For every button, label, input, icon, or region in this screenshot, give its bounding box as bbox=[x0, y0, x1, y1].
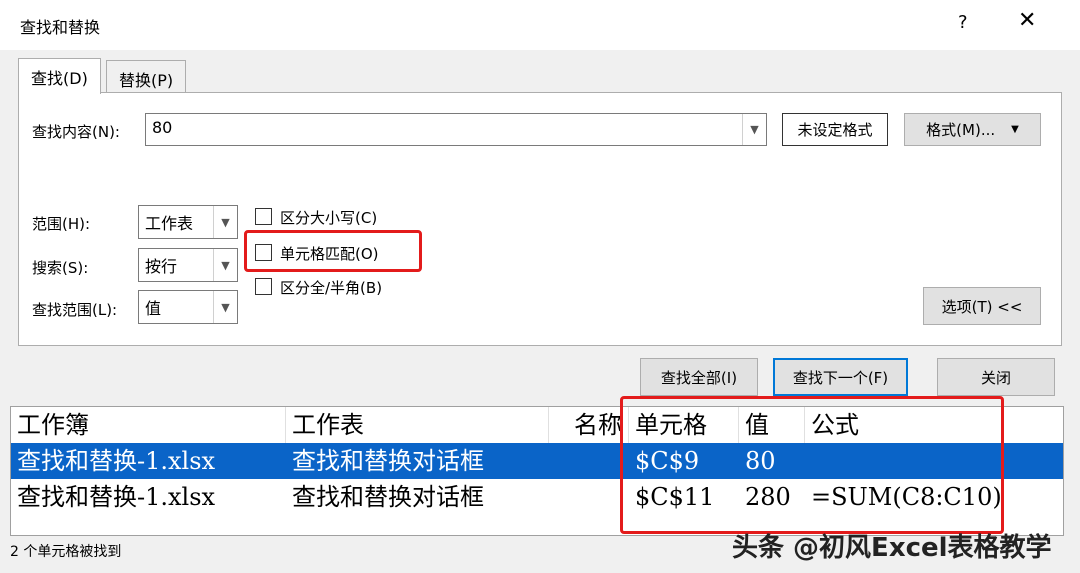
row-sheet: 查找和替换对话框 bbox=[292, 447, 484, 475]
scope-label: 范围(H): bbox=[32, 215, 91, 233]
search-value: 按行 bbox=[145, 257, 178, 276]
row-sheet: 查找和替换对话框 bbox=[292, 483, 484, 511]
lookin-label: 查找范围(L): bbox=[32, 301, 118, 319]
help-button[interactable]: ? bbox=[958, 12, 968, 33]
find-what-combobox[interactable]: 80 ▼ bbox=[145, 113, 767, 146]
lookin-select[interactable]: 值 ▼ bbox=[138, 290, 238, 324]
column-header-workbook[interactable]: 工作簿 bbox=[11, 407, 286, 443]
tab-find[interactable]: 查找(D) bbox=[18, 58, 101, 94]
format-button-label: 格式(M)... bbox=[926, 121, 996, 139]
watermark: 头条 @初风Excel表格教学 bbox=[732, 533, 1052, 563]
scope-select[interactable]: 工作表 ▼ bbox=[138, 205, 238, 239]
status-text: 2 个单元格被找到 bbox=[10, 544, 122, 560]
highlight-box-match-cell bbox=[244, 230, 422, 272]
format-preview: 未设定格式 bbox=[782, 113, 888, 146]
dropdown-arrow-icon[interactable]: ▼ bbox=[1011, 124, 1019, 135]
find-what-value: 80 bbox=[152, 118, 173, 137]
column-header-name[interactable]: 名称 bbox=[549, 407, 629, 443]
chevron-down-icon[interactable]: ▼ bbox=[213, 291, 237, 323]
match-width-label[interactable]: 区分全/半角(B) bbox=[280, 277, 382, 298]
search-label: 搜索(S): bbox=[32, 259, 89, 277]
scope-value: 工作表 bbox=[145, 214, 194, 233]
find-all-button[interactable]: 查找全部(I) bbox=[640, 358, 758, 396]
tab-replace[interactable]: 替换(P) bbox=[106, 60, 187, 94]
find-next-button[interactable]: 查找下一个(F) bbox=[773, 358, 908, 396]
chevron-down-icon[interactable]: ▼ bbox=[742, 114, 766, 145]
match-case-checkbox[interactable] bbox=[255, 208, 272, 225]
title-bar bbox=[0, 0, 1080, 50]
row-workbook: 查找和替换-1.xlsx bbox=[17, 447, 216, 475]
options-button[interactable]: 选项(T) << bbox=[923, 287, 1041, 325]
chevron-down-icon[interactable]: ▼ bbox=[213, 249, 237, 281]
close-button[interactable]: 关闭 bbox=[937, 358, 1055, 396]
chevron-down-icon[interactable]: ▼ bbox=[213, 206, 237, 238]
match-case-label[interactable]: 区分大小写(C) bbox=[280, 207, 377, 228]
row-workbook: 查找和替换-1.xlsx bbox=[17, 483, 216, 511]
lookin-value: 值 bbox=[145, 299, 162, 318]
close-icon[interactable]: ✕ bbox=[1018, 10, 1036, 32]
dialog-title: 查找和替换 bbox=[20, 18, 101, 37]
column-header-sheet[interactable]: 工作表 bbox=[286, 407, 549, 443]
match-width-checkbox[interactable] bbox=[255, 278, 272, 295]
highlight-box-results bbox=[620, 396, 1004, 534]
search-select[interactable]: 按行 ▼ bbox=[138, 248, 238, 282]
find-what-label: 查找内容(N): bbox=[32, 123, 120, 141]
format-button[interactable]: 格式(M)... ▼ bbox=[904, 113, 1041, 146]
